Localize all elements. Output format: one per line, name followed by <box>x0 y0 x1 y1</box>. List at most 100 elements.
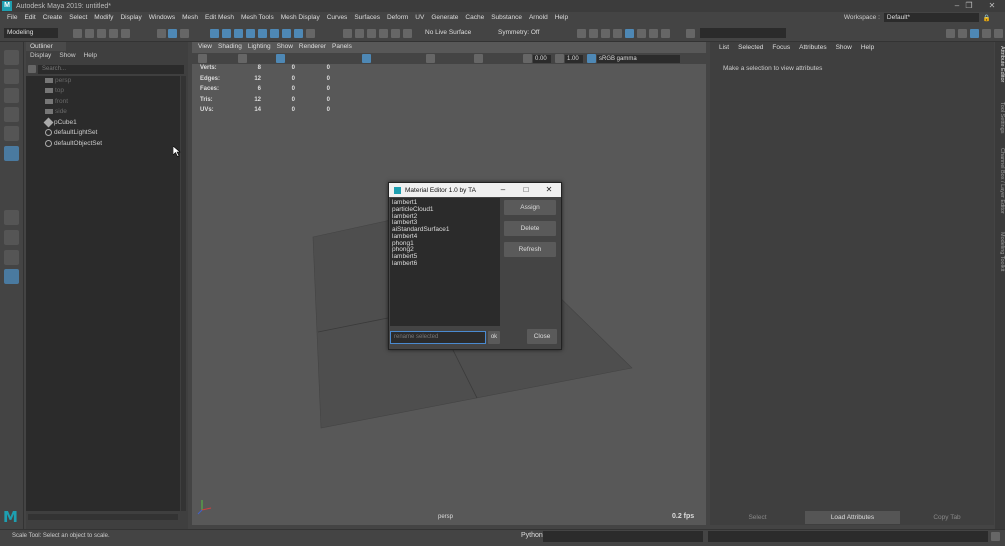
gamma-field[interactable]: 1.00 <box>565 55 583 63</box>
isolate-select-icon[interactable] <box>474 54 483 63</box>
select-component-icon[interactable] <box>180 29 189 38</box>
output-ops-icon[interactable] <box>379 29 388 38</box>
save-scene-icon[interactable] <box>97 29 106 38</box>
outliner-item-pcube1[interactable]: pCube1 <box>43 117 77 128</box>
dialog-maximize-icon[interactable]: □ <box>515 183 537 197</box>
outliner-search-input[interactable]: Search... <box>38 65 184 74</box>
input-ops-icon[interactable] <box>367 29 376 38</box>
render-view-icon[interactable] <box>577 29 586 38</box>
menu-help[interactable]: Help <box>555 14 568 21</box>
script-editor-icon[interactable] <box>991 532 1000 541</box>
menu-select[interactable]: Select <box>69 14 87 21</box>
channel-box-toggle-icon[interactable] <box>994 29 1003 38</box>
menu-curves[interactable]: Curves <box>327 14 348 21</box>
ipr-render-icon[interactable] <box>403 29 412 38</box>
menu-set-dropdown[interactable]: Modeling <box>4 28 58 38</box>
panel-toggle-icon[interactable] <box>686 29 695 38</box>
snap-surface-icon[interactable] <box>258 29 267 38</box>
attr-menu-selected[interactable]: Selected <box>738 44 763 54</box>
exposure-icon[interactable] <box>523 54 532 63</box>
snap-center-icon[interactable] <box>282 29 291 38</box>
tab-attribute-editor[interactable]: Attribute Editor <box>996 46 1005 82</box>
outliner-menu-help[interactable]: Help <box>84 52 97 62</box>
arnold-render-icon[interactable] <box>637 29 646 38</box>
gamma-icon[interactable] <box>555 54 564 63</box>
rename-input[interactable]: rename selected <box>390 331 486 344</box>
menu-mesh-tools[interactable]: Mesh Tools <box>241 14 274 21</box>
attr-menu-help[interactable]: Help <box>861 44 874 54</box>
snap-lock-icon[interactable] <box>306 29 315 38</box>
outliner-layout-icon[interactable] <box>4 269 19 284</box>
ipr-icon[interactable] <box>601 29 610 38</box>
viewport-menu-view[interactable]: View <box>198 43 212 53</box>
script-language-label[interactable]: Python <box>521 532 543 539</box>
redo-icon[interactable] <box>121 29 130 38</box>
render-icon[interactable] <box>391 29 400 38</box>
select-object-icon[interactable] <box>168 29 177 38</box>
viewport-menu-shading[interactable]: Shading <box>218 43 242 53</box>
menu-edit[interactable]: Edit <box>24 14 35 21</box>
viewport-menu-lighting[interactable]: Lighting <box>248 43 271 53</box>
material-item[interactable]: lambert3 <box>392 219 417 226</box>
two-view-icon[interactable] <box>4 250 19 265</box>
open-scene-icon[interactable] <box>85 29 94 38</box>
attr-menu-list[interactable]: List <box>719 44 729 54</box>
menu-file[interactable]: File <box>7 14 17 21</box>
snap-view-icon[interactable] <box>246 29 255 38</box>
outliner-menu-show[interactable]: Show <box>59 52 75 62</box>
snap-vertex-icon[interactable] <box>270 29 279 38</box>
menu-arnold[interactable]: Arnold <box>529 14 548 21</box>
tab-channel-box[interactable]: Channel Box / Layer Editor <box>996 148 1005 214</box>
select-hierarchy-icon[interactable] <box>157 29 166 38</box>
live-surface-label[interactable]: No Live Surface <box>425 29 471 36</box>
outliner-tab[interactable]: Outliner <box>26 42 66 51</box>
smooth-shade-icon[interactable] <box>362 54 371 63</box>
snap-point-icon[interactable] <box>234 29 243 38</box>
attr-menu-focus[interactable]: Focus <box>772 44 790 54</box>
attr-menu-attributes[interactable]: Attributes <box>799 44 826 54</box>
scale-tool-icon[interactable] <box>4 146 19 161</box>
color-management-icon[interactable] <box>587 54 596 63</box>
viewport-menu-show[interactable]: Show <box>277 43 293 53</box>
attribute-editor-toggle-icon[interactable] <box>970 29 979 38</box>
material-item[interactable]: lambert4 <box>392 233 417 240</box>
viewport-menu-renderer[interactable]: Renderer <box>299 43 326 53</box>
hypershade-icon[interactable] <box>625 29 634 38</box>
dialog-title-bar[interactable]: Material Editor 1.0 by TA – □ ✕ <box>389 183 561 197</box>
menu-generate[interactable]: Generate <box>431 14 458 21</box>
restore-icon[interactable]: ❐ <box>957 0 981 12</box>
menu-mesh[interactable]: Mesh <box>182 14 198 21</box>
outliner-filter-icon[interactable] <box>28 65 36 73</box>
material-item[interactable]: lambert6 <box>392 260 417 267</box>
menu-uv[interactable]: UV <box>415 14 424 21</box>
material-item[interactable]: phong2 <box>392 246 414 253</box>
symmetry-dropdown[interactable]: Symmetry: Off <box>498 29 539 36</box>
tab-tool-settings[interactable]: Tool Settings <box>996 102 1005 134</box>
color-space-dropdown[interactable]: sRGB gamma <box>597 55 680 63</box>
move-tool-icon[interactable] <box>4 107 19 122</box>
render-settings-icon[interactable] <box>613 29 622 38</box>
camera-select-icon[interactable] <box>198 54 207 63</box>
snap-curve-icon[interactable] <box>222 29 231 38</box>
snap-grid-icon[interactable] <box>210 29 219 38</box>
copy-tab-button[interactable]: Copy Tab <box>900 511 994 524</box>
single-view-icon[interactable] <box>4 210 19 225</box>
delete-button[interactable]: Delete <box>504 221 556 236</box>
menu-edit-mesh[interactable]: Edit Mesh <box>205 14 234 21</box>
outliner-item-defaultlightset[interactable]: defaultLightSet <box>45 128 97 137</box>
material-item[interactable]: particleCloud1 <box>392 206 434 213</box>
outliner-horizontal-scrollbar[interactable] <box>28 514 178 520</box>
outliner-item-front[interactable]: front <box>45 97 68 106</box>
command-line-input[interactable] <box>543 531 703 542</box>
tool-settings-toggle-icon[interactable] <box>982 29 991 38</box>
menu-deform[interactable]: Deform <box>387 14 408 21</box>
outliner-menu-display[interactable]: Display <box>30 52 51 62</box>
xray-icon[interactable] <box>426 54 435 63</box>
select-button[interactable]: Select <box>710 511 805 524</box>
wireframe-icon[interactable] <box>276 54 285 63</box>
workspace-dropdown[interactable]: Default* <box>883 13 979 22</box>
outliner-toggle-icon[interactable] <box>958 29 967 38</box>
snap-edge-icon[interactable] <box>294 29 303 38</box>
lock-icon[interactable]: 🔒 <box>983 14 991 22</box>
dialog-close-button[interactable]: Close <box>527 329 557 344</box>
